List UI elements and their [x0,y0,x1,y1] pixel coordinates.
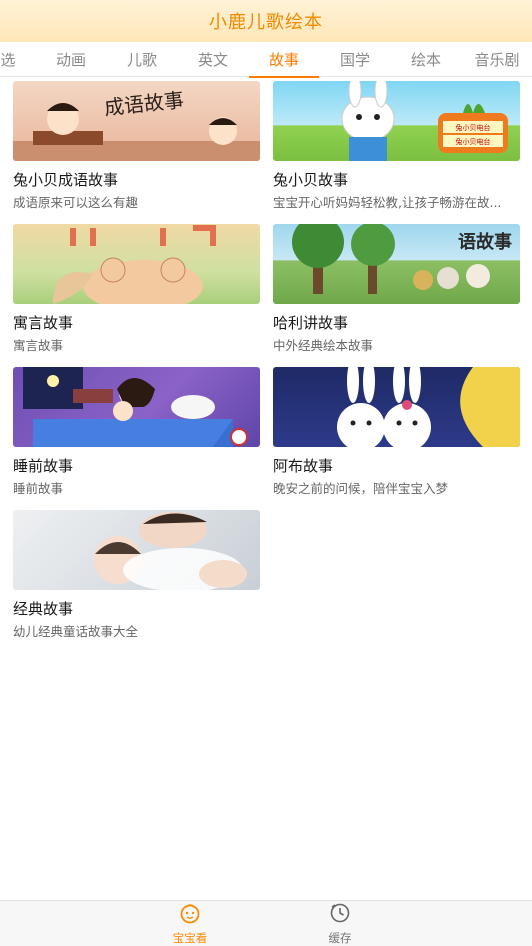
nav-label: 缓存 [328,931,352,945]
thumbnail-caption: 语故事 [458,231,512,253]
story-thumbnail: 兔小贝电台 兔小贝电台 [273,81,520,161]
app-title: 小鹿儿歌绘本 [209,12,323,33]
baby-face-icon [179,902,201,928]
category-tabs: 选 动画 儿歌 英文 故事 国学 绘本 音乐剧 [0,42,532,78]
story-description: 幼儿经典童话故事大全 [13,624,139,639]
story-thumbnail [13,224,260,304]
story-card[interactable]: 寓言故事 寓言故事 [13,224,260,355]
story-thumbnail [273,367,520,447]
story-title: 兔小贝故事 [273,171,349,189]
nav-cache[interactable]: 缓存 [290,901,390,946]
story-card[interactable]: 阿布故事 晚安之前的问候，陪伴宝宝入梦 [273,367,520,498]
nav-baby-watch[interactable]: 宝宝看 [140,901,240,946]
story-description: 晚安之前的问候，陪伴宝宝入梦 [273,481,449,496]
story-title: 经典故事 [13,600,74,618]
app-header: 小鹿儿歌绘本 [0,0,532,42]
story-description: 中外经典绘本故事 [273,338,374,353]
story-title: 睡前故事 [13,457,74,475]
story-title: 兔小贝成语故事 [13,171,119,189]
tab-animation[interactable]: 动画 [36,42,106,77]
thumbnail-caption: 兔小贝电台 [456,137,491,146]
story-description: 宝宝开心听妈妈轻松教,让孩子畅游在故... [273,195,502,210]
thumbnail-caption: 成语故事 [103,88,185,120]
story-card[interactable]: 经典故事 幼儿经典童话故事大全 [13,510,260,641]
nav-label: 宝宝看 [172,931,208,945]
clock-icon [329,902,351,928]
tab-english[interactable]: 英文 [178,42,248,77]
story-description: 寓言故事 [13,338,64,353]
tab-songs[interactable]: 儿歌 [107,42,177,77]
story-title: 寓言故事 [13,314,74,332]
story-card[interactable]: 成语故事 兔小贝成语故事 成语原来可以这么有趣 [13,81,260,212]
bottom-navigation: 宝宝看 缓存 [0,900,532,946]
tab-classics[interactable]: 国学 [320,42,390,77]
tab-picture-books[interactable]: 绘本 [391,42,461,77]
story-thumbnail: 语故事 [273,224,520,304]
story-description: 睡前故事 [13,481,64,496]
tab-musicals[interactable]: 音乐剧 [462,42,532,77]
story-card[interactable]: 兔小贝电台 兔小贝电台 兔小贝故事 宝宝开心听妈妈轻松教,让孩子畅游在故... [273,81,520,212]
story-title: 哈利讲故事 [273,314,349,332]
story-thumbnail [13,367,260,447]
story-title: 阿布故事 [273,457,334,475]
tab-stories[interactable]: 故事 [249,42,319,78]
story-card[interactable]: 睡前故事 睡前故事 [13,367,260,498]
story-card[interactable]: 语故事 哈利讲故事 中外经典绘本故事 [273,224,520,355]
story-thumbnail: 成语故事 [13,81,260,161]
story-description: 成语原来可以这么有趣 [13,195,139,210]
thumbnail-caption: 兔小贝电台 [456,123,491,132]
story-thumbnail [13,510,260,590]
